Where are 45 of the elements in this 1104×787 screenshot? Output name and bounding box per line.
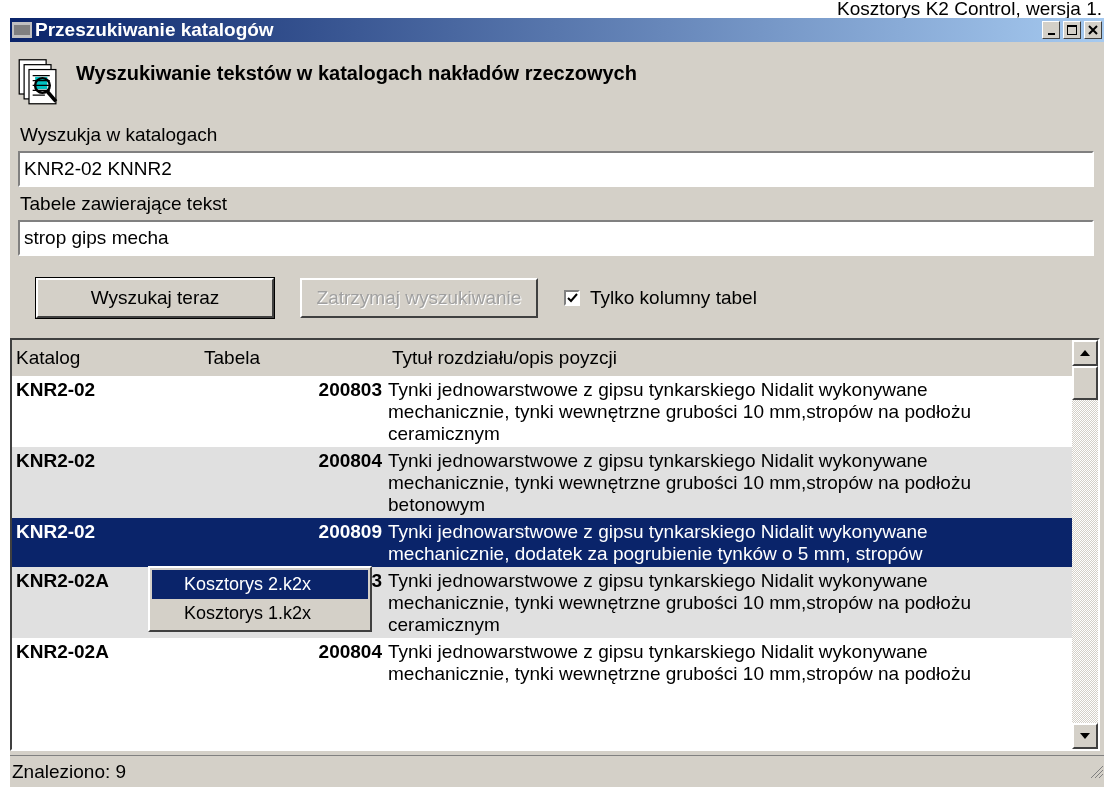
description-cell-text: Tynki jednowarstwowe z gipsu tynkarskiego Nidalit wykonywane mechanicznie, tynki wewnętrzne grubości 10 mm,stropów na podłożu	[387, 641, 972, 685]
field-label: Tabele zawierające tekst	[20, 193, 228, 215]
scroll-thumb[interactable]	[1072, 366, 1098, 400]
maximize-button[interactable]	[1063, 21, 1081, 39]
catalog-cell-text: KNR2-02	[15, 450, 97, 473]
window-title: Przeszukiwanie katalogów	[35, 19, 275, 41]
menu-item[interactable]: Kosztorys 2.k2x	[152, 570, 368, 599]
checkbox[interactable]	[564, 290, 580, 306]
table-number-cell: 3	[371, 570, 382, 592]
scroll-up-button[interactable]	[1072, 340, 1098, 366]
checkbox-label: Tylko kolumny tabel	[590, 287, 757, 309]
close-icon	[1088, 25, 1098, 35]
table-number-cell: 200804	[318, 450, 382, 472]
field-label: Wyszukja w katalogach	[20, 124, 219, 146]
up-arrow-icon	[1080, 350, 1090, 356]
description-cell-text: Tynki jednowarstwowe z gipsu tynkarskiego Nidalit wykonywane mechanicznie, tynki wewnętrzne grubości 10 mm,stropów na podłożu betonowym	[387, 450, 972, 516]
menu-item[interactable]: Kosztorys 1.k2x	[152, 599, 368, 628]
column-header[interactable]: Tytuł rozdziału/opis poyzcji	[382, 347, 1072, 369]
scroll-down-button[interactable]	[1072, 723, 1098, 749]
description-cell-text: Tynki jednowarstwowe z gipsu tynkarskiego Nidalit wykonywane mechanicznie, dodatek za pogrubienie tynków o 5 mm, stropów	[387, 521, 929, 565]
result-row[interactable]: KNR2-02 200804 Tynki jednowarstwowe z gipsu tynkarskiego Nidalit wykonywane mechanicznie, tynki wewnętrzne grubości 10 mm,stropów na podłożu betonowym	[12, 447, 1072, 518]
maximize-icon	[1067, 25, 1077, 35]
table-number-cell: 200803	[318, 379, 382, 401]
down-arrow-icon	[1080, 733, 1090, 739]
close-button[interactable]	[1084, 21, 1102, 39]
scrollbar[interactable]	[1072, 340, 1098, 749]
catalog-cell-text: KNR2-02A	[15, 641, 110, 664]
dialog-heading: Wyszukiwanie tekstów w katalogach nakładów rzeczowych	[76, 62, 637, 85]
text-field[interactable]: KNR2-02 KNNR2	[18, 151, 1094, 187]
minimize-icon	[1047, 33, 1055, 35]
app-logo-icon	[12, 22, 32, 38]
description-cell-text: Tynki jednowarstwowe z gipsu tynkarskiego Nidalit wykonywane mechanicznie, tynki wewnętrzne grubości 10 mm,stropów na podłożu ceramicznym	[387, 379, 972, 445]
resize-grip-icon	[1090, 764, 1104, 779]
result-row[interactable]: KNR2-02 200809 Tynki jednowarstwowe z gipsu tynkarskiego Nidalit wykonywane mechanicznie, dodatek za pogrubienie tynków o 5 mm, stropów	[12, 518, 1072, 567]
column-header[interactable]: Katalog	[12, 347, 202, 369]
description-cell-text: Tynki jednowarstwowe z gipsu tynkarskiego Nidalit wykonywane mechanicznie, tynki wewnętrzne grubości 10 mm,stropów na podłożu ceramicznym	[387, 570, 972, 636]
table-number-cell: 200804	[318, 641, 382, 663]
search-button[interactable]: Wyszukaj teraz	[36, 278, 274, 318]
minimize-button[interactable]	[1042, 21, 1060, 39]
text-field[interactable]: strop gips mecha	[18, 220, 1094, 256]
table-number-cell: 200809	[318, 521, 382, 543]
column-header[interactable]: Tabela	[202, 347, 382, 369]
catalog-cell-text: KNR2-02	[15, 521, 97, 544]
status-text: Znaleziono: 9	[12, 760, 128, 783]
catalog-cell-text: KNR2-02	[15, 379, 97, 402]
